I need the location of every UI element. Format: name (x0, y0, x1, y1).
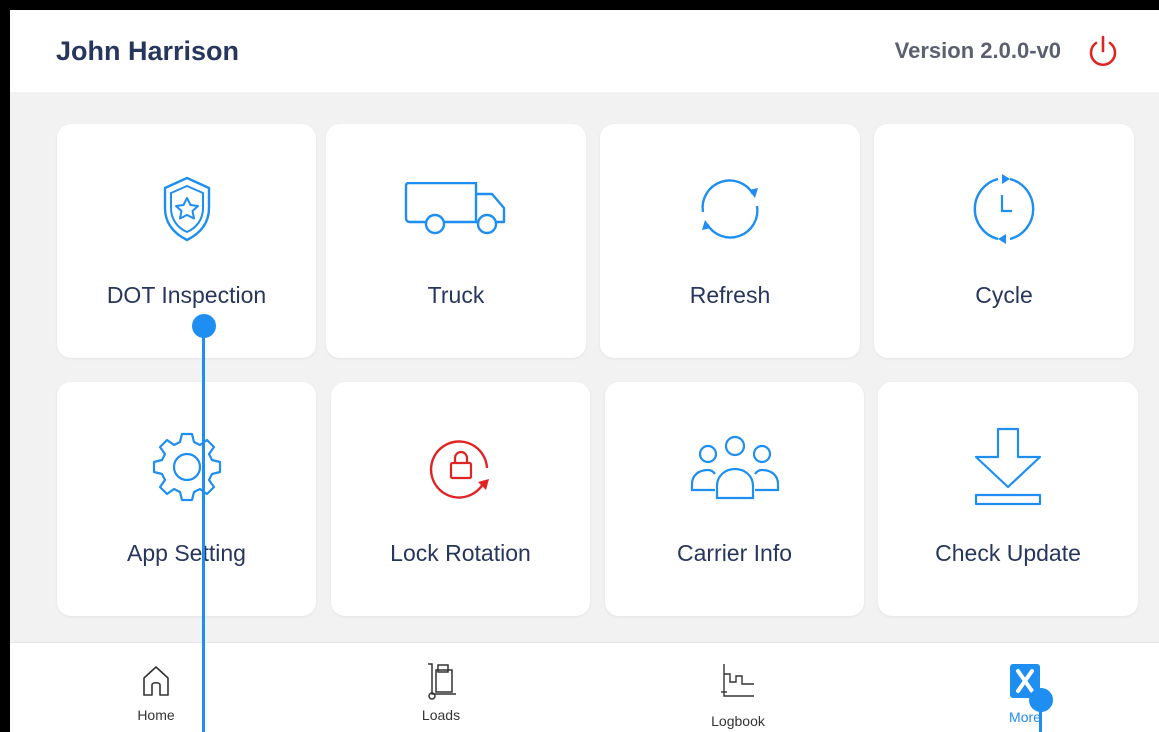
tile-label: DOT Inspection (106, 282, 267, 308)
tile-dot-inspection[interactable]: DOT Inspection (57, 124, 316, 358)
download-icon (953, 427, 1063, 506)
gear-icon (132, 430, 242, 504)
tile-label: App Setting (127, 540, 246, 566)
version-label: Version 2.0.0-v0 (894, 38, 1061, 63)
tile-carrier-info[interactable]: Carrier Info (605, 382, 864, 616)
power-icon[interactable] (1087, 33, 1119, 69)
tab-label: Logbook (711, 713, 765, 729)
tile-label: Check Update (935, 540, 1081, 566)
dolly-icon (421, 661, 461, 701)
tile-truck[interactable]: Truck (326, 124, 586, 358)
tap-marker-line (1039, 710, 1042, 732)
tab-label: Loads (421, 707, 461, 723)
user-name: John Harrison (56, 35, 240, 66)
header-right: Version 2.0.0-v0 (895, 33, 1119, 69)
logbook-graph-icon (718, 661, 758, 701)
tile-label: Truck (427, 282, 485, 308)
truck-icon (401, 172, 511, 246)
tile-cycle[interactable]: Cycle (874, 124, 1134, 358)
lock-rotation-icon (406, 430, 516, 504)
shield-star-icon (132, 172, 242, 246)
tile-label: Refresh (689, 282, 771, 308)
cycle-clock-icon (949, 172, 1059, 246)
more-screen: John Harrison Version 2.0.0-v0 DOT Inspe… (10, 10, 1159, 732)
tap-marker-dot (192, 314, 216, 338)
tile-refresh[interactable]: Refresh (600, 124, 860, 358)
tile-label: Carrier Info (676, 540, 793, 566)
tab-home[interactable]: Home (96, 643, 216, 732)
tile-label: Cycle (975, 282, 1033, 308)
bottom-tab-bar: Home Loads Logbook More (10, 642, 1159, 732)
tile-label: Lock Rotation (390, 540, 531, 566)
tab-label: More (1009, 709, 1041, 725)
tap-marker-line (202, 326, 205, 732)
refresh-icon (675, 172, 785, 246)
group-icon (680, 430, 790, 504)
tab-loads[interactable]: Loads (381, 643, 501, 732)
tile-check-update[interactable]: Check Update (878, 382, 1138, 616)
tab-logbook[interactable]: Logbook (678, 643, 798, 732)
header-bar: John Harrison Version 2.0.0-v0 (10, 10, 1159, 92)
tab-label: Home (137, 707, 175, 723)
home-icon (136, 661, 176, 701)
tab-more[interactable]: More (965, 643, 1085, 732)
tap-marker-dot (1029, 688, 1053, 712)
tile-lock-rotation[interactable]: Lock Rotation (331, 382, 590, 616)
tile-app-setting[interactable]: App Setting (57, 382, 316, 616)
